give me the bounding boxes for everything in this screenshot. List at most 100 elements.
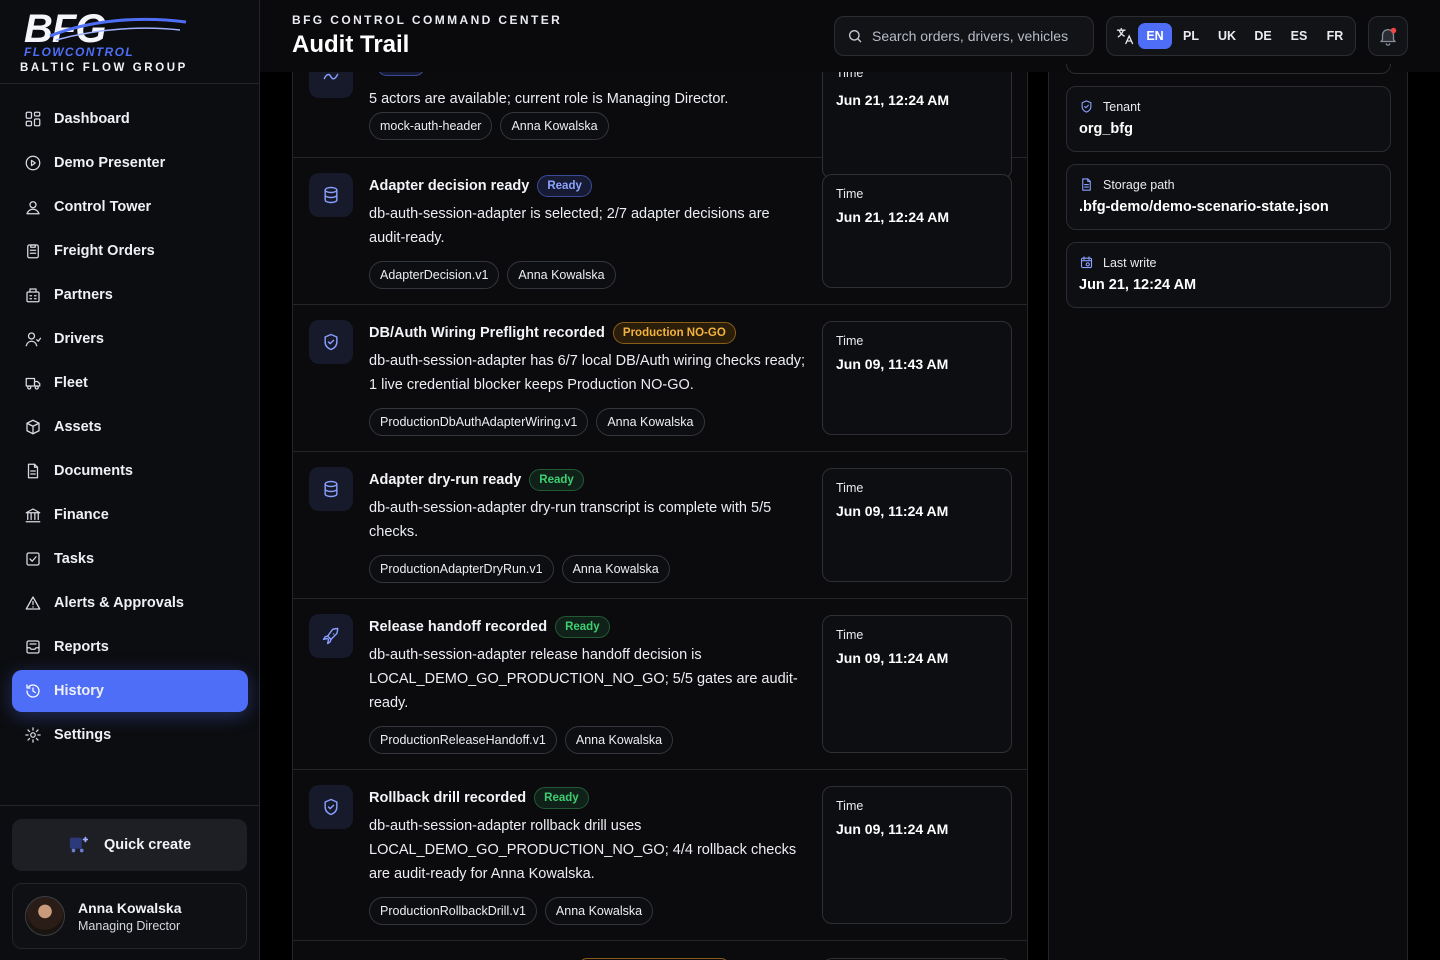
brand-group: BALTIC FLOW GROUP bbox=[20, 62, 188, 74]
entry-tags: AdapterDecision.v1 Anna Kowalska bbox=[369, 261, 624, 289]
lang-es[interactable]: ES bbox=[1282, 23, 1316, 49]
status-badge: Ready bbox=[555, 616, 610, 638]
entry-tags: ProductionRollbackDrill.v1 Anna Kowalska bbox=[369, 897, 661, 925]
lang-uk[interactable]: UK bbox=[1210, 23, 1244, 49]
audit-entry[interactable]: 5 actors are available; current role is … bbox=[293, 72, 1027, 179]
info-card-tenant: Tenant org_bfg bbox=[1066, 86, 1391, 152]
sidebar-item-label: Finance bbox=[54, 507, 109, 523]
time-label: Time bbox=[836, 628, 864, 642]
tag-chip: Anna Kowalska bbox=[561, 555, 670, 583]
sidebar-item-settings[interactable]: Settings bbox=[12, 714, 248, 756]
box-icon bbox=[24, 418, 42, 436]
search-input[interactable] bbox=[872, 28, 1082, 44]
database-icon bbox=[309, 173, 353, 217]
lang-pl[interactable]: PL bbox=[1174, 23, 1208, 49]
sidebar-item-alerts-approvals[interactable]: Alerts & Approvals bbox=[12, 582, 248, 624]
user-card[interactable]: Anna Kowalska Managing Director bbox=[12, 883, 247, 949]
sidebar-item-freight-orders[interactable]: Freight Orders bbox=[12, 230, 248, 272]
sidebar-item-assets[interactable]: Assets bbox=[12, 406, 248, 448]
sidebar-item-tasks[interactable]: Tasks bbox=[12, 538, 248, 580]
audit-entry[interactable]: Rollback drill recorded Ready db-auth-se… bbox=[293, 770, 1027, 941]
shield-icon bbox=[309, 785, 353, 829]
avatar bbox=[25, 896, 65, 936]
time-value: Jun 21, 12:24 AM bbox=[836, 92, 950, 108]
entry-title: DB/Auth Wiring Preflight recorded Produc… bbox=[369, 322, 736, 344]
sidebar-item-finance[interactable]: Finance bbox=[12, 494, 248, 536]
main-nav: Dashboard Demo Presenter Control Tower F… bbox=[12, 98, 248, 758]
info-label-text: Storage path bbox=[1103, 177, 1175, 192]
sidebar-item-demo-presenter[interactable]: Demo Presenter bbox=[12, 142, 248, 184]
sidebar-item-label: History bbox=[54, 683, 104, 699]
time-value: Jun 09, 11:24 AM bbox=[836, 650, 949, 666]
sidebar-item-label: Reports bbox=[54, 639, 109, 655]
info-card bbox=[1066, 64, 1391, 74]
notifications-button[interactable] bbox=[1368, 16, 1408, 56]
sidebar-item-label: Assets bbox=[54, 419, 102, 435]
storage-path-value: .bfg-demo/demo-scenario-state.json bbox=[1079, 199, 1329, 215]
sidebar-item-label: Documents bbox=[54, 463, 133, 479]
calendar-icon bbox=[1080, 256, 1093, 269]
quick-create-button[interactable]: Quick create bbox=[12, 819, 247, 871]
lang-de[interactable]: DE bbox=[1246, 23, 1280, 49]
entry-tags: mock-auth-header Anna Kowalska bbox=[369, 112, 617, 140]
scenario-panel: Tenant org_bfg Storage path .bfg-demo/de… bbox=[1048, 64, 1408, 960]
sidebar-item-dashboard[interactable]: Dashboard bbox=[12, 98, 248, 140]
entry-title bbox=[369, 72, 425, 76]
tag-chip: Anna Kowalska bbox=[596, 408, 705, 436]
tag-chip: ProductionDbAuthAdapterWiring.v1 bbox=[369, 408, 589, 436]
language-switcher: EN PL UK DE ES FR bbox=[1106, 16, 1356, 56]
audit-entry[interactable]: Adapter decision ready Ready db-auth-ses… bbox=[293, 158, 1027, 305]
audit-entry[interactable]: Adapter dry-run ready Ready db-auth-sess… bbox=[293, 452, 1027, 599]
time-label: Time bbox=[836, 334, 864, 348]
entry-description: db-auth-session-adapter is selected; 2/7… bbox=[369, 206, 770, 246]
sidebar-footer: Quick create Anna Kowalska Managing Dire… bbox=[0, 805, 260, 960]
tag-chip: mock-auth-header bbox=[369, 112, 493, 140]
entry-title: Release handoff recorded Ready bbox=[369, 616, 610, 638]
building-icon bbox=[24, 286, 42, 304]
lang-en[interactable]: EN bbox=[1138, 23, 1172, 49]
lang-fr[interactable]: FR bbox=[1318, 23, 1352, 49]
shield-icon bbox=[309, 320, 353, 364]
time-box: Time Jun 21, 12:24 AM bbox=[822, 174, 1012, 288]
time-label: Time bbox=[836, 187, 864, 201]
top-bar: BFG CONTROL COMMAND CENTER Audit Trail E… bbox=[260, 0, 1440, 72]
entry-title-text: DB/Auth Wiring Preflight recorded bbox=[369, 325, 605, 341]
document-icon bbox=[1082, 178, 1091, 191]
shield-icon bbox=[1081, 100, 1092, 113]
entry-description: db-auth-session-adapter rollback drill u… bbox=[369, 818, 797, 882]
sidebar-item-fleet[interactable]: Fleet bbox=[12, 362, 248, 404]
audit-entry[interactable]: DB/Auth Wiring Preflight recorded Produc… bbox=[293, 305, 1027, 452]
tag-chip: Anna Kowalska bbox=[507, 261, 616, 289]
bfg-logo: BFG FLOWCONTROL bbox=[24, 7, 187, 59]
sidebar-item-documents[interactable]: Documents bbox=[12, 450, 248, 492]
entry-tags: ProductionDbAuthAdapterWiring.v1 Anna Ko… bbox=[369, 408, 713, 436]
truck-plus-icon bbox=[69, 836, 89, 853]
search-icon bbox=[849, 30, 862, 43]
entry-description: db-auth-session-adapter release handoff … bbox=[369, 647, 798, 711]
bank-icon bbox=[24, 506, 42, 524]
sidebar-item-partners[interactable]: Partners bbox=[12, 274, 248, 316]
sidebar-item-history[interactable]: History bbox=[12, 670, 248, 712]
brand[interactable]: BFG FLOWCONTROL BALTIC FLOW GROUP bbox=[0, 0, 259, 84]
history-icon bbox=[24, 682, 42, 700]
audit-entry[interactable] bbox=[293, 941, 1027, 960]
info-label: Last write bbox=[1079, 255, 1378, 270]
audit-entry[interactable]: Release handoff recorded Ready db-auth-s… bbox=[293, 599, 1027, 770]
info-card-last-write: Last write Jun 21, 12:24 AM bbox=[1066, 242, 1391, 308]
info-label: Storage path bbox=[1079, 177, 1378, 192]
tag-chip: ProductionRollbackDrill.v1 bbox=[369, 897, 537, 925]
status-badge: Ready bbox=[529, 469, 584, 491]
entry-description: 5 actors are available; current role is … bbox=[369, 91, 729, 107]
sidebar-item-control-tower[interactable]: Control Tower bbox=[12, 186, 248, 228]
entry-title: Adapter decision ready Ready bbox=[369, 175, 592, 197]
tag-chip: AdapterDecision.v1 bbox=[369, 261, 500, 289]
sidebar-item-reports[interactable]: Reports bbox=[12, 626, 248, 668]
quick-create-label: Quick create bbox=[103, 837, 192, 853]
rocket-icon bbox=[309, 614, 353, 658]
sidebar-item-drivers[interactable]: Drivers bbox=[12, 318, 248, 360]
alert-triangle-icon bbox=[24, 594, 42, 612]
entry-title-text: Release handoff recorded bbox=[369, 619, 548, 635]
sidebar-item-label: Demo Presenter bbox=[54, 155, 166, 171]
time-box: Time Jun 09, 11:24 AM bbox=[822, 615, 1012, 753]
search-box[interactable] bbox=[834, 16, 1094, 56]
